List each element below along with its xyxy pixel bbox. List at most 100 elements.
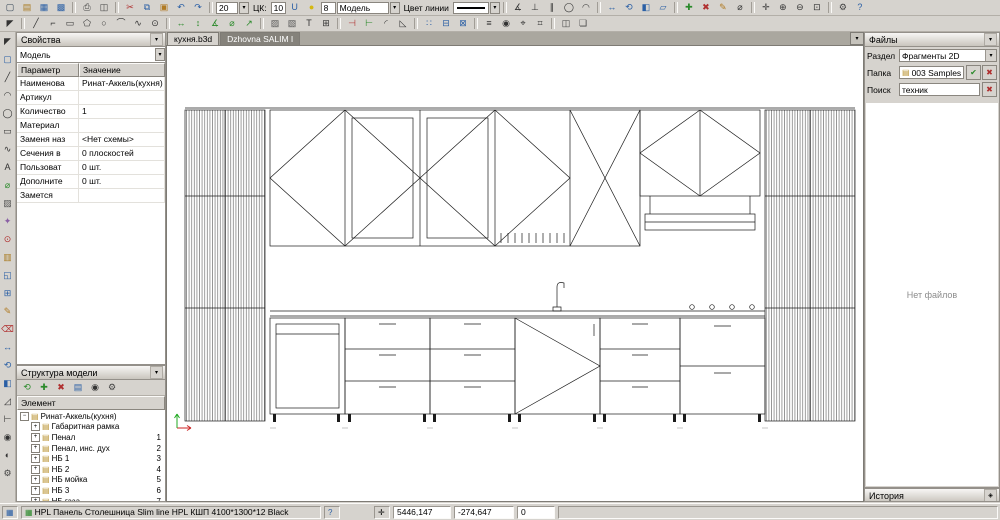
visibility-icon[interactable]: ◉	[498, 16, 514, 31]
tab-scroll-icon[interactable]: ▾	[850, 32, 864, 45]
expand-icon[interactable]: +	[31, 475, 40, 484]
circle2-icon[interactable]: ○	[96, 16, 112, 31]
mirror-icon[interactable]: ◧	[638, 0, 654, 15]
fillet-icon[interactable]: ◜	[378, 16, 394, 31]
symbol-icon[interactable]: ✦	[0, 214, 15, 229]
dimension-h-icon[interactable]: ↔	[173, 16, 189, 31]
assembly-icon[interactable]: ⊞	[0, 286, 15, 301]
structure-menu-icon[interactable]: ▾	[150, 366, 163, 379]
property-row[interactable]: Материал	[17, 119, 165, 133]
leader-icon[interactable]: ↗	[241, 16, 257, 31]
property-row[interactable]: Сечения в 0 плоскостей	[17, 147, 165, 161]
polygon-icon[interactable]: ⬠	[79, 16, 95, 31]
line-tool-icon[interactable]: ╱	[28, 16, 44, 31]
expand-icon[interactable]: +	[31, 454, 40, 463]
fragment-icon[interactable]: ▢	[0, 52, 15, 67]
text-icon[interactable]: A	[0, 160, 15, 175]
ck-field[interactable]: 10	[271, 2, 286, 14]
coordinate-z[interactable]: 0	[517, 506, 555, 519]
angle-icon[interactable]: ∡	[510, 0, 526, 15]
perpendicular-icon[interactable]: ⊥	[527, 0, 543, 15]
point-icon[interactable]: ⊙	[147, 16, 163, 31]
zoom-out-icon[interactable]: ⊖	[792, 0, 808, 15]
property-row[interactable]: Количество 1	[17, 105, 165, 119]
files-menu-icon[interactable]: ▾	[984, 33, 997, 46]
preview-icon[interactable]: ◫	[96, 0, 112, 15]
rect-icon[interactable]: ▭	[0, 124, 15, 139]
struct-view-icon[interactable]: ◉	[87, 380, 103, 395]
expand-icon[interactable]: +	[31, 465, 40, 474]
help-icon[interactable]: ?	[852, 0, 868, 15]
group-icon[interactable]: ⊟	[438, 16, 454, 31]
table-icon[interactable]: ⊞	[318, 16, 334, 31]
history-header[interactable]: История ◈	[865, 489, 999, 502]
coordinate-y[interactable]: -274,647	[454, 506, 514, 519]
chamfer-icon[interactable]: ◺	[395, 16, 411, 31]
properties-header[interactable]: Свойства ▾	[17, 33, 165, 47]
property-row[interactable]: Дополните 0 шт.	[17, 175, 165, 189]
fit-view-icon[interactable]: ⊡	[809, 0, 825, 15]
extend-icon[interactable]: ⊢	[361, 16, 377, 31]
delete-icon[interactable]: ✖	[698, 0, 714, 15]
pan-icon[interactable]: ✛	[758, 0, 774, 15]
model-combo[interactable]: Модель ▾	[17, 47, 165, 63]
tree-item[interactable]: + ▤ Пенал 1	[17, 432, 165, 443]
mirror2-icon[interactable]: ◧	[0, 376, 15, 391]
measure-icon[interactable]: ⌀	[732, 0, 748, 15]
folder-combo[interactable]: ▤ 003 Samples ▾	[899, 66, 964, 79]
move-icon[interactable]: ↔	[604, 0, 620, 15]
circle-icon[interactable]: ◯	[0, 106, 15, 121]
expand-icon[interactable]: +	[31, 422, 40, 431]
hatch2-icon[interactable]: ▨	[0, 196, 15, 211]
search-clear-icon[interactable]: ✖	[982, 82, 997, 97]
scale-icon[interactable]: ◿	[0, 394, 15, 409]
parallel-icon[interactable]: ∥	[544, 0, 560, 15]
open-file-icon[interactable]: ▤	[19, 0, 35, 15]
tree-item[interactable]: + ▤ НБ газа 7	[17, 496, 165, 502]
column-param[interactable]: Параметр	[17, 63, 79, 77]
collapse-icon[interactable]: −	[20, 412, 29, 421]
status-material[interactable]: ▦ HPL Панель Столешница Slim line HPL КШ…	[21, 506, 321, 519]
hatch-icon[interactable]: ▨	[267, 16, 283, 31]
property-row[interactable]: Наименова Ринат-Аккель(кухня)	[17, 77, 165, 91]
window-cascade-icon[interactable]: ❏	[575, 16, 591, 31]
arc2-icon[interactable]: ⌒	[113, 16, 129, 31]
line-icon[interactable]: ╱	[0, 70, 15, 85]
model-combo-arrow-icon[interactable]: ▾	[155, 48, 165, 61]
tree-item[interactable]: + ▤ НБ 2 4	[17, 464, 165, 475]
polyline-icon[interactable]: ⌐	[45, 16, 61, 31]
chevron-down-icon[interactable]: ▾	[963, 67, 964, 78]
pointer-icon[interactable]: ◤	[0, 34, 15, 49]
fill-icon[interactable]: ▧	[284, 16, 300, 31]
drawing-canvas[interactable]	[166, 45, 864, 502]
circle-tool-icon[interactable]: ◯	[561, 0, 577, 15]
offset-icon[interactable]: ▱	[655, 0, 671, 15]
undo-icon[interactable]: ↶	[173, 0, 189, 15]
select-icon[interactable]: ◤	[2, 16, 18, 31]
chevron-down-icon[interactable]: ▾	[985, 50, 996, 61]
status-help[interactable]: ?	[324, 506, 340, 519]
tree-item[interactable]: + ▤ Пенал, инс. дух 2	[17, 443, 165, 454]
tree-item[interactable]: + ▤ НБ 3 6	[17, 485, 165, 496]
render-icon[interactable]: ◐	[0, 448, 15, 463]
tab-kitchen-file[interactable]: кухня.b3d	[167, 32, 219, 45]
structure-column-header[interactable]: Элемент	[17, 396, 165, 410]
search-input[interactable]	[899, 83, 980, 96]
curve-icon[interactable]: ∿	[0, 142, 15, 157]
struct-settings-icon[interactable]: ⚙	[104, 380, 120, 395]
redo-icon[interactable]: ↷	[190, 0, 206, 15]
history-pin-icon[interactable]: ◈	[984, 489, 997, 502]
dimension-angle-icon[interactable]: ∡	[207, 16, 223, 31]
tree-item[interactable]: + ▤ Габаритная рамка	[17, 422, 165, 433]
size-field[interactable]: 20	[216, 2, 238, 14]
snap-icon[interactable]: ⌖	[515, 16, 531, 31]
dimension-v-icon[interactable]: ↕	[190, 16, 206, 31]
folder-apply-icon[interactable]: ✔	[966, 65, 981, 80]
window-tile-icon[interactable]: ◫	[558, 16, 574, 31]
paste-icon[interactable]: ▣	[156, 0, 172, 15]
expand-icon[interactable]: +	[31, 433, 40, 442]
property-row[interactable]: Артикул	[17, 91, 165, 105]
struct-props-icon[interactable]: ▤	[70, 380, 86, 395]
print-icon[interactable]: ⎙	[79, 0, 95, 15]
dimension-diameter-icon[interactable]: ⌀	[224, 16, 240, 31]
